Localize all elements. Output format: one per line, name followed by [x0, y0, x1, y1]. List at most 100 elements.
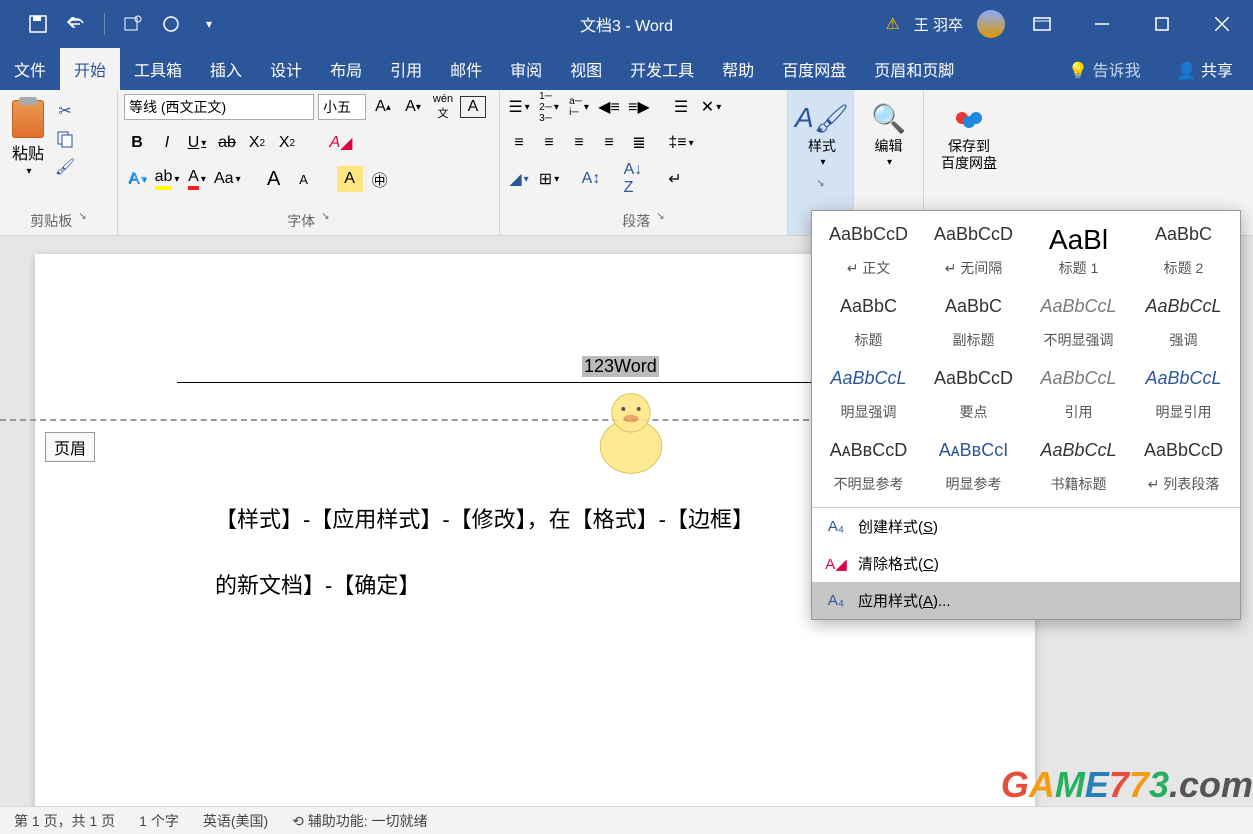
tab-开始[interactable]: 开始 — [60, 48, 120, 90]
text-direction-icon[interactable]: A↕ — [578, 166, 604, 192]
tab-引用[interactable]: 引用 — [376, 48, 436, 90]
clear-formatting-icon[interactable]: A◢ — [328, 130, 354, 156]
char-shading-icon[interactable]: A — [337, 166, 363, 192]
style-明显参考[interactable]: AᴀBʙCᴄI明显参考 — [921, 431, 1026, 503]
apply-style-item[interactable]: A₄ 应用样式(A)... — [812, 582, 1240, 619]
paragraph-dialog-launcher[interactable]: ↘ — [656, 211, 664, 231]
font-dialog-launcher[interactable]: ↘ — [321, 211, 329, 231]
style-书籍标题[interactable]: AaBbCcL书籍标题 — [1026, 431, 1131, 503]
qat-icon[interactable] — [123, 14, 143, 34]
edit-button[interactable]: 🔍 编辑 ▾ — [860, 94, 917, 174]
qat-dropdown-icon[interactable]: ▾ — [199, 14, 219, 34]
strikethrough-button[interactable]: ab — [214, 130, 240, 156]
enclose-char-icon[interactable]: ㊥ — [367, 166, 393, 192]
copy-icon[interactable] — [54, 128, 76, 150]
styles-dialog-launcher[interactable]: ↘ — [816, 178, 824, 189]
clear-format-item[interactable]: A◢ 清除格式(C) — [812, 545, 1240, 582]
align-center-icon[interactable]: ≡ — [536, 130, 562, 156]
close-button[interactable] — [1199, 0, 1245, 48]
decrease-font-icon[interactable]: A▾ — [400, 94, 426, 120]
tab-百度网盘[interactable]: 百度网盘 — [768, 48, 860, 90]
undo-icon[interactable] — [66, 14, 86, 34]
circle-icon[interactable] — [161, 14, 181, 34]
status-language[interactable]: 英语(美国) — [203, 811, 268, 831]
status-words[interactable]: 1 个字 — [139, 811, 179, 831]
user-name[interactable]: 王 羽卒 — [914, 14, 963, 35]
distribute-icon[interactable]: ≣ — [626, 130, 652, 156]
font-size-select[interactable] — [318, 94, 366, 120]
style-不明显强调[interactable]: AaBbCcL不明显强调 — [1026, 287, 1131, 359]
sort-icon[interactable]: A↓Z — [620, 166, 646, 192]
tell-me[interactable]: 💡 告诉我 — [1052, 57, 1156, 81]
shading-icon[interactable]: ◢▾ — [506, 166, 532, 192]
change-case-icon[interactable]: Aa▾ — [214, 166, 241, 192]
tab-设计[interactable]: 设计 — [256, 48, 316, 90]
superscript-button[interactable]: X2 — [274, 130, 300, 156]
align-left-icon[interactable]: ≡ — [506, 130, 532, 156]
tab-审阅[interactable]: 审阅 — [496, 48, 556, 90]
tab-布局[interactable]: 布局 — [316, 48, 376, 90]
header-text[interactable]: 123Word — [582, 356, 659, 377]
shrink-font-icon[interactable]: A — [291, 166, 317, 192]
maximize-button[interactable] — [1139, 0, 1185, 48]
ribbon-options-icon[interactable] — [1019, 0, 1065, 48]
avatar[interactable] — [977, 10, 1005, 38]
tab-邮件[interactable]: 邮件 — [436, 48, 496, 90]
style-标题 2[interactable]: AaBbC标题 2 — [1131, 215, 1236, 287]
style-强调[interactable]: AaBbCcL强调 — [1131, 287, 1236, 359]
align-distributed-icon[interactable]: ☰ — [668, 94, 694, 120]
text-effects-icon[interactable]: A▾ — [124, 166, 150, 192]
style-标题[interactable]: AaBbC标题 — [816, 287, 921, 359]
clipboard-dialog-launcher[interactable]: ↘ — [78, 211, 86, 231]
decrease-indent-icon[interactable]: ◀≡ — [596, 94, 622, 120]
phonetic-guide-icon[interactable]: wén文 — [430, 94, 456, 120]
font-name-select[interactable] — [124, 94, 314, 120]
style-↵ 正文[interactable]: AaBbCcD↵ 正文 — [816, 215, 921, 287]
style-副标题[interactable]: AaBbC副标题 — [921, 287, 1026, 359]
style-↵ 无间隔[interactable]: AaBbCcD↵ 无间隔 — [921, 215, 1026, 287]
create-style-item[interactable]: A₄ 创建样式(S) — [812, 508, 1240, 545]
align-justify-icon[interactable]: ≡ — [596, 130, 622, 156]
subscript-button[interactable]: X2 — [244, 130, 270, 156]
bullets-icon[interactable]: ☰▾ — [506, 94, 532, 120]
tab-开发工具[interactable]: 开发工具 — [616, 48, 708, 90]
tab-帮助[interactable]: 帮助 — [708, 48, 768, 90]
asian-layout-icon[interactable]: ✕▾ — [698, 94, 724, 120]
highlight-icon[interactable]: ab▾ — [154, 166, 180, 192]
minimize-button[interactable] — [1079, 0, 1125, 48]
share-button[interactable]: 👤 共享 — [1157, 57, 1253, 81]
warning-icon[interactable]: ⚠ — [885, 14, 899, 34]
multilevel-list-icon[interactable]: a─ i─▾ — [566, 94, 592, 120]
tab-页眉和页脚[interactable]: 页眉和页脚 — [860, 48, 968, 90]
borders-icon[interactable]: ⊞▾ — [536, 166, 562, 192]
save-icon[interactable] — [28, 14, 48, 34]
font-color-icon[interactable]: A▾ — [184, 166, 210, 192]
underline-button[interactable]: U▾ — [184, 130, 210, 156]
show-marks-icon[interactable]: ↵ — [662, 166, 688, 192]
style-要点[interactable]: AaBbCcD要点 — [921, 359, 1026, 431]
increase-indent-icon[interactable]: ≡▶ — [626, 94, 652, 120]
line-spacing-icon[interactable]: ‡≡▾ — [668, 130, 694, 156]
style-不明显参考[interactable]: AᴀBʙCᴄD不明显参考 — [816, 431, 921, 503]
status-accessibility[interactable]: ⟲ 辅助功能: 一切就绪 — [292, 811, 427, 831]
style-↵ 列表段落[interactable]: AaBbCcD↵ 列表段落 — [1131, 431, 1236, 503]
paste-button[interactable]: 粘贴 ▾ — [6, 94, 50, 183]
style-引用[interactable]: AaBbCcL引用 — [1026, 359, 1131, 431]
tab-视图[interactable]: 视图 — [556, 48, 616, 90]
tab-插入[interactable]: 插入 — [196, 48, 256, 90]
italic-button[interactable]: I — [154, 130, 180, 156]
format-painter-icon[interactable]: 🖌 — [54, 156, 76, 178]
increase-font-icon[interactable]: A▴ — [370, 94, 396, 120]
baidu-save-button[interactable]: 保存到 百度网盘 — [930, 94, 1008, 178]
style-标题 1[interactable]: AaBl标题 1 — [1026, 215, 1131, 287]
tab-工具箱[interactable]: 工具箱 — [120, 48, 196, 90]
align-right-icon[interactable]: ≡ — [566, 130, 592, 156]
char-border-icon[interactable]: A — [460, 96, 486, 118]
tab-文件[interactable]: 文件 — [0, 48, 60, 90]
style-明显引用[interactable]: AaBbCcL明显引用 — [1131, 359, 1236, 431]
cut-icon[interactable]: ✂ — [54, 100, 76, 122]
grow-font-icon[interactable]: A — [261, 166, 287, 192]
status-page[interactable]: 第 1 页，共 1 页 — [14, 811, 115, 831]
bold-button[interactable]: B — [124, 130, 150, 156]
numbering-icon[interactable]: 1─2─3─▾ — [536, 94, 562, 120]
